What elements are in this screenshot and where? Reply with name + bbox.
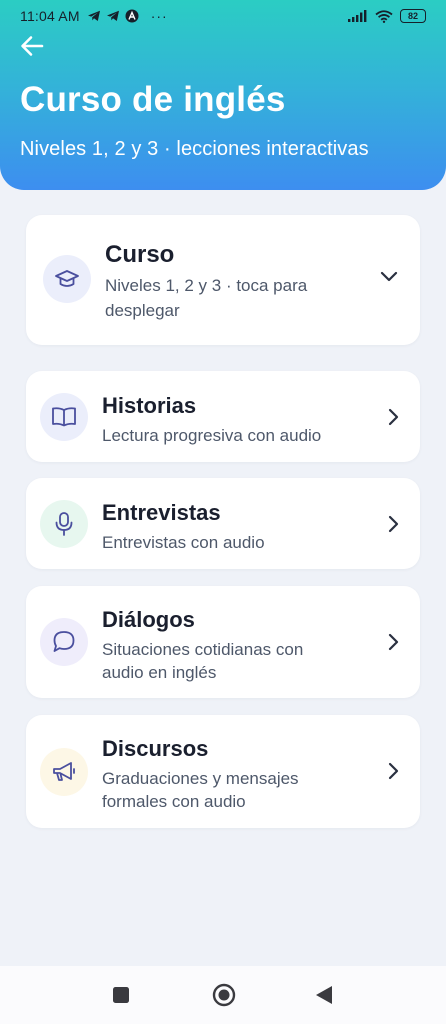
interviews-card[interactable]: Entrevistas Entrevistas con audio	[26, 478, 420, 569]
course-title: Curso	[105, 241, 175, 268]
megaphone-icon	[53, 762, 75, 781]
speeches-title: Discursos	[102, 736, 209, 761]
status-bar: 11:04 AM ··· 82	[0, 0, 446, 32]
wifi-icon	[375, 9, 393, 23]
stories-icon-circle	[40, 393, 88, 441]
telegram-icon	[106, 10, 119, 21]
speeches-icon-circle	[40, 748, 88, 796]
microphone-icon	[55, 512, 73, 536]
header: 11:04 AM ··· 82 Curso de inglés Niveles …	[0, 0, 446, 190]
system-nav-bar	[0, 966, 446, 1024]
interviews-subtitle: Entrevistas con audio	[102, 533, 265, 552]
speeches-card[interactable]: Discursos Graduaciones y mensajes formal…	[26, 715, 420, 828]
chevron-right-icon	[388, 408, 399, 426]
dialogues-chevron	[384, 633, 402, 651]
stories-title: Historias	[102, 393, 197, 418]
course-subtitle-line-1: Niveles 1, 2 y 3 · toca para	[105, 276, 308, 295]
recent-apps-icon	[113, 987, 129, 1003]
back-button[interactable]	[20, 32, 52, 60]
speeches-subtitle-line-2: formales con audio	[102, 792, 246, 811]
home-button[interactable]	[211, 983, 237, 1007]
page-title: Curso de inglés	[20, 80, 286, 119]
app-notification-icon	[125, 9, 139, 23]
status-more-dots: ···	[150, 8, 168, 24]
home-icon	[212, 983, 236, 1007]
chevron-right-icon	[388, 762, 399, 780]
dialogues-subtitle-line-1: Situaciones cotidianas con	[102, 640, 304, 659]
interviews-icon-circle	[40, 500, 88, 548]
course-icon-circle	[43, 255, 91, 303]
dialogues-icon-circle	[40, 618, 88, 666]
speeches-subtitle-line-1: Graduaciones y mensajes	[102, 769, 299, 788]
course-card[interactable]: Curso Niveles 1, 2 y 3 · toca para despl…	[26, 215, 420, 345]
recent-apps-button[interactable]	[110, 985, 132, 1005]
course-subtitle-line-2: desplegar	[105, 301, 180, 320]
chevron-down-icon	[380, 271, 398, 282]
stories-subtitle: Lectura progresiva con audio	[102, 426, 322, 445]
interviews-chevron	[384, 515, 402, 533]
arrow-left-icon	[21, 36, 44, 56]
chat-bubble-icon	[53, 631, 75, 652]
dialogues-subtitle-line-2: audio en inglés	[102, 663, 217, 682]
signal-icon	[348, 10, 367, 22]
expand-toggle[interactable]	[380, 267, 398, 285]
battery-icon: 82	[400, 9, 426, 23]
chevron-right-icon	[388, 515, 399, 533]
book-open-icon	[52, 407, 76, 427]
back-icon	[316, 986, 332, 1004]
stories-chevron	[384, 408, 402, 426]
status-time: 11:04 AM	[20, 8, 80, 24]
stories-card[interactable]: Historias Lectura progresiva con audio	[26, 371, 420, 462]
graduation-cap-icon	[55, 270, 79, 287]
back-nav-button[interactable]	[313, 985, 335, 1005]
dialogues-title: Diálogos	[102, 607, 195, 632]
page-subtitle: Niveles 1, 2 y 3 · lecciones interactiva…	[20, 138, 369, 160]
interviews-title: Entrevistas	[102, 500, 221, 525]
telegram-icon	[87, 10, 100, 21]
chevron-right-icon	[388, 633, 399, 651]
speeches-chevron	[384, 762, 402, 780]
dialogues-card[interactable]: Diálogos Situaciones cotidianas con audi…	[26, 586, 420, 698]
